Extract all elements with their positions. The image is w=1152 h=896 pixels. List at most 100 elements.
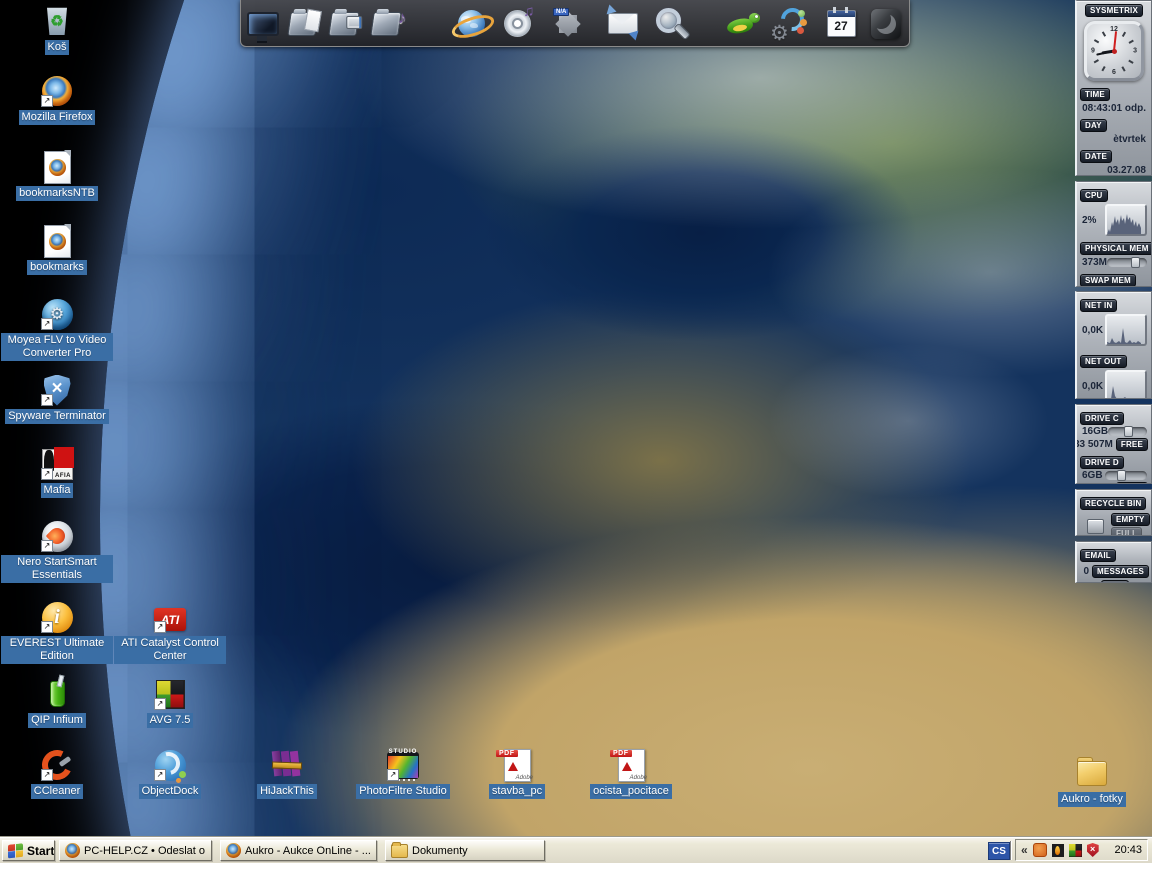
dock-icon-calendar[interactable]: 27 <box>821 3 861 44</box>
cpu-value: 2% <box>1082 214 1097 226</box>
tray-chevron-button[interactable]: « <box>1021 841 1028 859</box>
adobe-text: Adobe <box>629 775 647 781</box>
firefox-icon <box>226 843 241 858</box>
physical-mem-value: 373M <box>1082 257 1108 268</box>
firefox-document-icon <box>40 150 74 184</box>
taskbar-button-pchelp[interactable]: PC-HELP.CZ • Odeslat o... <box>59 840 212 861</box>
time-value: 08:43:01 odp. <box>1082 103 1146 114</box>
desktop-icon-moyea[interactable]: Moyea FLV to Video Converter Pro <box>1 297 113 361</box>
sysmetrix-email-section: EMAIL 0 MESSAGES 0K SIZE <box>1075 541 1152 583</box>
studio-text: STUDIO <box>388 749 418 755</box>
desktop-icon-aukro-fotky[interactable]: Aukro - fotky <box>1036 751 1148 807</box>
desktop-icon-hijackthis[interactable]: HiJackThis <box>231 748 343 799</box>
firefox-mini-icon <box>48 158 66 176</box>
desktop-icon-kos[interactable]: Koš <box>1 4 113 55</box>
desktop-icon-objectdock[interactable]: ObjectDock <box>114 748 226 799</box>
dock-icon-internet[interactable] <box>451 3 491 44</box>
desktop-icon-label: Koš <box>44 40 70 55</box>
desktop-icon-label: bookmarksNTB <box>16 186 98 201</box>
desktop-icon-label: Spyware Terminator <box>5 409 109 424</box>
dock-icon-gecko[interactable] <box>723 3 763 44</box>
desktop[interactable]: N/A ⚙ 27 Koš Mozilla Firefox bookmarksNT… <box>0 0 1152 836</box>
dock-icon-desktop[interactable] <box>243 3 283 44</box>
dock-icon-pictures-folder[interactable] <box>324 3 364 44</box>
sysmetrix-clock-section: SYSMETRIX 12 3 6 9 TIME 08:43:01 odp. DA… <box>1075 0 1152 176</box>
recycle-empty-indicator: EMPTY <box>1111 513 1150 526</box>
desktop-icon-nero[interactable]: Nero StartSmart Essentials <box>1 519 113 583</box>
pdf-page: PDF Adobe <box>610 748 647 782</box>
windows-logo-icon <box>8 842 23 859</box>
desktop-icon-mafia[interactable]: AFIA Mafia <box>1 447 113 498</box>
taskbar-button-aukro[interactable]: Aukro - Aukce OnLine - ... <box>220 840 377 861</box>
firefox-document-icon <box>40 224 74 258</box>
dock-icon-na-plugin[interactable]: N/A <box>548 3 588 44</box>
free-label: FREE <box>1115 438 1148 451</box>
desktop-icon-firefox[interactable]: Mozilla Firefox <box>1 74 113 125</box>
dock-icon-search[interactable] <box>644 3 684 44</box>
cpu-label: CPU <box>1080 189 1108 202</box>
clock-numeral-3: 3 <box>1133 47 1137 55</box>
qip-tray-icon[interactable] <box>1032 843 1047 857</box>
desktop-icon-everest[interactable]: EVEREST Ultimate Edition <box>1 600 113 664</box>
clock-tick <box>1122 65 1126 71</box>
desktop-icon-spyware-terminator[interactable]: Spyware Terminator <box>1 373 113 424</box>
gecko-eye <box>755 14 758 18</box>
firefox-icon <box>40 74 74 108</box>
desktop-icon-ati[interactable]: ATI ATI Catalyst Control Center <box>114 600 226 664</box>
pictures-folder-icon <box>328 11 360 36</box>
drive-d-slider <box>1105 470 1147 481</box>
dock-icon-settings[interactable]: ⚙ <box>769 2 809 45</box>
everest-orb <box>41 601 73 633</box>
desktop-icon-bookmarks[interactable]: bookmarks <box>1 224 113 275</box>
sysmetrix-widget[interactable]: SYSMETRIX 12 3 6 9 TIME 08:43:01 odp. DA… <box>1075 0 1152 583</box>
dock-icon-media-player[interactable] <box>497 3 537 44</box>
folder-icon <box>391 841 408 858</box>
avg-shield-tray-icon[interactable] <box>1086 843 1099 857</box>
clock-tick <box>1102 65 1106 71</box>
desktop-icon-photofiltre[interactable]: STUDIO PhotoFiltre Studio <box>347 748 459 799</box>
start-label: Start <box>27 843 55 858</box>
avg-quadrants <box>155 679 185 709</box>
date-label: DATE <box>1080 150 1112 163</box>
net-in-label: NET IN <box>1080 299 1118 312</box>
desktop-icon-label: HiJackThis <box>257 784 317 799</box>
clock-tick <box>1128 59 1134 63</box>
avg-tray-icon[interactable] <box>1068 843 1082 857</box>
analog-clock: 12 3 6 9 <box>1084 21 1144 81</box>
ati-badge: ATI <box>154 608 186 631</box>
time-label: TIME <box>1080 88 1110 101</box>
desktop-icon-avg[interactable]: AVG 7.5 <box>114 677 226 728</box>
desktop-icon-qip[interactable]: QIP Infium <box>1 677 113 728</box>
language-indicator[interactable]: CS <box>988 842 1010 860</box>
clock-numeral-6: 6 <box>1112 69 1116 76</box>
taskbar-button-dokumenty[interactable]: Dokumenty <box>385 840 545 861</box>
desktop-icon-label: Nero StartSmart Essentials <box>1 555 113 583</box>
desktop-icon-ocista-pocitace[interactable]: PDF Adobe ocista_pocitace <box>575 748 687 799</box>
start-button[interactable]: Start <box>2 840 55 861</box>
taskbar: Start PC-HELP.CZ • Odeslat o... Aukro - … <box>0 836 1152 864</box>
dock-icon-music-folder[interactable] <box>366 3 406 44</box>
desktop-icon-label: CCleaner <box>30 784 84 799</box>
email-size: 0K <box>1085 581 1098 582</box>
desktop-icon-ccleaner[interactable]: CCleaner <box>1 748 113 799</box>
dock-icon-documents-folder[interactable] <box>283 3 323 44</box>
desktop-icon-stavba-pc[interactable]: PDF Adobe stavba_pc <box>461 748 573 799</box>
system-tray: « 20:43 <box>1015 839 1148 861</box>
objectdock-bar[interactable]: N/A ⚙ 27 <box>240 0 910 47</box>
ati-icon: ATI <box>153 600 187 634</box>
dock-icon-objectdock-logo[interactable] <box>866 3 906 44</box>
calendar-day: 27 <box>834 19 848 33</box>
shield-icon <box>40 373 74 407</box>
physical-mem-label: PHYSICAL MEM <box>1080 242 1151 255</box>
firefox-icon <box>65 843 80 858</box>
clock-tick <box>1128 39 1134 43</box>
nero-flame-icon <box>40 519 74 553</box>
dock-icon-email[interactable] <box>599 3 643 44</box>
swap-mem-label: SWAP MEM <box>1080 274 1136 286</box>
desktop-icon-bookmarksntb[interactable]: bookmarksNTB <box>1 150 113 201</box>
adobe-text: Adobe <box>515 775 533 781</box>
blue-orb-gear-icon <box>40 297 74 331</box>
tray-clock[interactable]: 20:43 <box>1114 844 1142 856</box>
spyware-terminator-tray-icon[interactable] <box>1051 843 1064 857</box>
sysmetrix-cpu-section: CPU 2% PHYSICAL MEM 373M SWAP MEM 442M <box>1075 181 1152 287</box>
